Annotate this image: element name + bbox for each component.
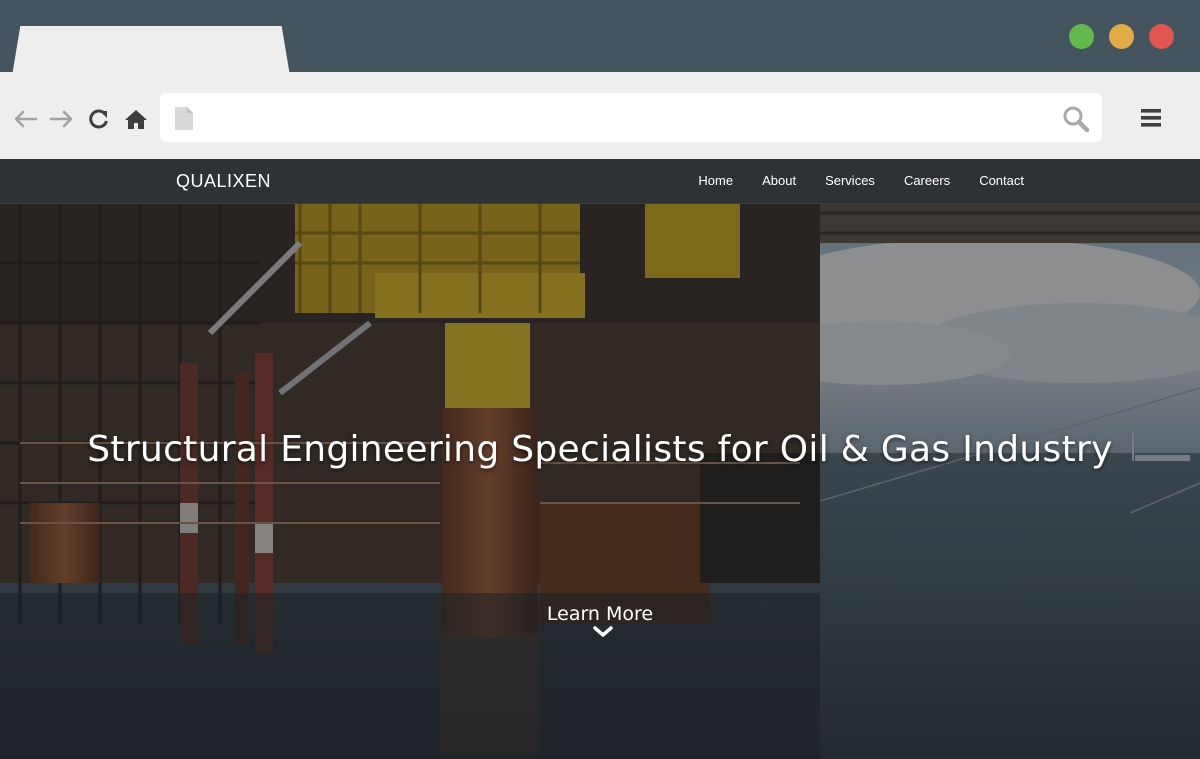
address-bar[interactable] bbox=[160, 93, 1102, 142]
site-menu: Home About Services Careers Contact bbox=[698, 173, 1024, 188]
hamburger-menu-icon[interactable] bbox=[1140, 108, 1162, 128]
page-icon bbox=[175, 107, 193, 130]
hero-title: Structural Engineering Specialists for O… bbox=[87, 429, 1113, 470]
nav-contact-link[interactable]: Contact bbox=[979, 173, 1024, 188]
search-icon[interactable] bbox=[1062, 105, 1090, 133]
hero-dark-overlay bbox=[0, 203, 1200, 759]
browser-tab[interactable] bbox=[12, 26, 290, 76]
browser-toolbar bbox=[0, 72, 1200, 159]
forward-arrow-icon bbox=[49, 110, 73, 128]
maximize-button[interactable] bbox=[1069, 24, 1094, 49]
site-navbar: QUALIXEN Home About Services Careers Con… bbox=[0, 159, 1200, 204]
nav-services-link[interactable]: Services bbox=[825, 173, 875, 188]
browser-window: QUALIXEN Home About Services Careers Con… bbox=[0, 0, 1200, 759]
reload-button[interactable] bbox=[86, 106, 112, 132]
home-button[interactable] bbox=[123, 106, 149, 132]
window-controls bbox=[1069, 24, 1174, 49]
site-logo[interactable]: QUALIXEN bbox=[176, 171, 271, 192]
page-viewport: QUALIXEN Home About Services Careers Con… bbox=[0, 159, 1200, 759]
hero-section: Structural Engineering Specialists for O… bbox=[0, 203, 1200, 759]
navigation-buttons bbox=[12, 106, 149, 132]
reload-icon bbox=[89, 109, 108, 129]
back-button[interactable] bbox=[12, 106, 38, 132]
nav-home-link[interactable]: Home bbox=[698, 173, 733, 188]
minimize-button[interactable] bbox=[1109, 24, 1134, 49]
home-icon bbox=[125, 110, 147, 129]
forward-button[interactable] bbox=[49, 106, 75, 132]
nav-careers-link[interactable]: Careers bbox=[904, 173, 950, 188]
chevron-down-icon[interactable] bbox=[592, 625, 614, 639]
nav-about-link[interactable]: About bbox=[762, 173, 796, 188]
close-button[interactable] bbox=[1149, 24, 1174, 49]
back-arrow-icon bbox=[14, 110, 38, 128]
learn-more-link[interactable]: Learn More bbox=[0, 603, 1200, 625]
